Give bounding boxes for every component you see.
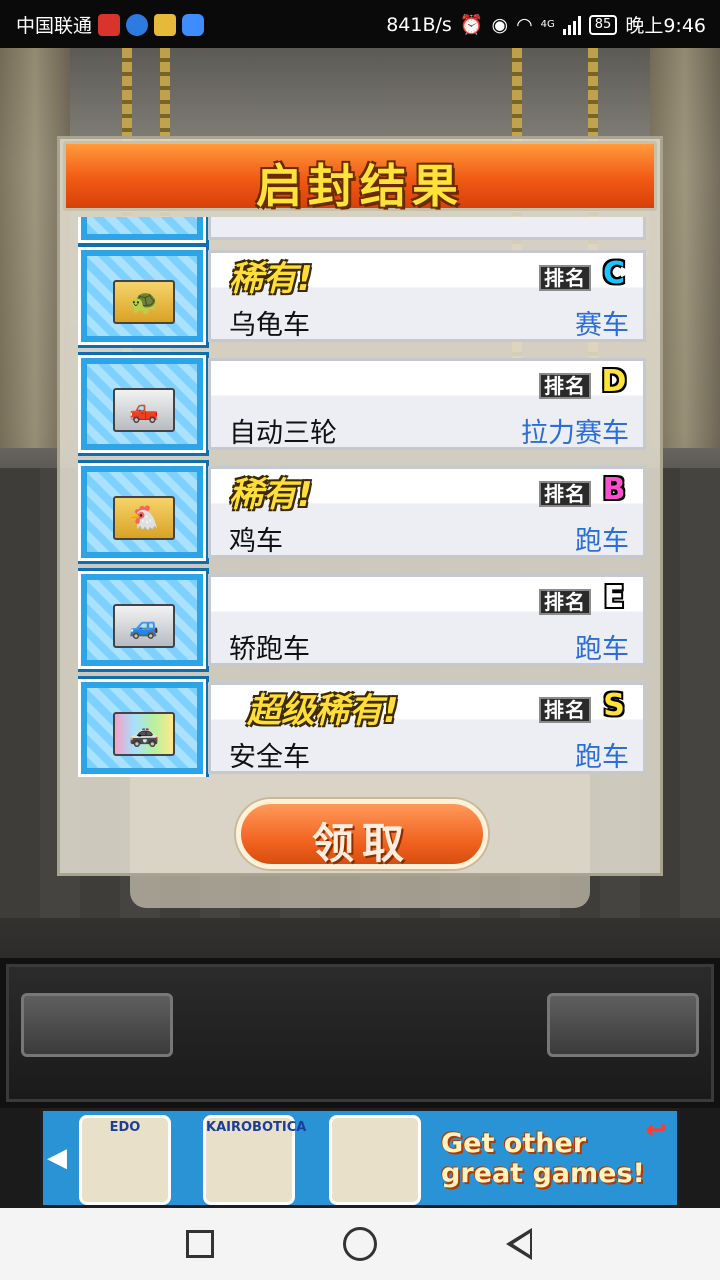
item-card: 稀有! 排名 B 鸡车 跑车 bbox=[208, 466, 646, 558]
item-thumbnail: 🐔 bbox=[78, 460, 209, 564]
result-list[interactable]: 🐢 稀有! 排名 C 乌龟车 赛车 🛻 排名 D 自动三轮 拉力赛车 🐔 稀有! bbox=[78, 217, 648, 777]
item-type: 赛车 bbox=[575, 310, 629, 341]
item-name: 乌龟车 bbox=[229, 310, 310, 341]
app-notification-icon bbox=[98, 13, 121, 36]
item-card: 排名 E 轿跑车 跑车 bbox=[208, 574, 646, 666]
result-row[interactable]: 🛻 排名 D 自动三轮 拉力赛车 bbox=[78, 352, 646, 456]
rank-label: 排名 bbox=[539, 265, 591, 291]
rank-badge: B bbox=[602, 472, 626, 507]
result-row[interactable]: 🚓 超级稀有! 排名 S 安全车 跑车 bbox=[78, 676, 646, 777]
right-menu-button[interactable] bbox=[547, 993, 699, 1057]
ad-tagline[interactable]: Get other great games! bbox=[441, 1129, 677, 1189]
dialog-header: 启封结果 bbox=[63, 141, 657, 213]
item-type: 跑车 bbox=[575, 526, 629, 557]
rank-badge: C bbox=[602, 256, 626, 291]
left-menu-button[interactable] bbox=[21, 993, 173, 1057]
headset-icon bbox=[126, 13, 149, 36]
baidu-icon bbox=[182, 13, 205, 36]
item-name: 自动三轮 bbox=[229, 418, 337, 449]
item-thumbnail: 🛻 bbox=[78, 352, 209, 456]
rank-label: 排名 bbox=[539, 589, 591, 615]
rank-badge: D bbox=[601, 364, 627, 399]
result-row[interactable]: 🐢 稀有! 排名 C 乌龟车 赛车 bbox=[78, 244, 646, 348]
coupe-icon: 🚙 bbox=[113, 604, 175, 648]
ad-game-title: EDO bbox=[109, 1120, 141, 1135]
network-type: 4G bbox=[540, 19, 555, 30]
back-button[interactable] bbox=[506, 1228, 532, 1260]
battery-icon: 85 bbox=[588, 14, 618, 35]
ad-prev-arrow-icon[interactable]: ◀ bbox=[47, 1143, 67, 1173]
rank-label: 排名 bbox=[539, 373, 591, 399]
alarm-icon: ⏰ bbox=[459, 14, 484, 36]
item-type: 跑车 bbox=[575, 634, 629, 665]
game-control-bar bbox=[0, 958, 720, 1108]
item-card bbox=[208, 217, 646, 240]
ad-game-title: KAIROBOTICA bbox=[206, 1120, 307, 1135]
home-button[interactable] bbox=[343, 1227, 377, 1261]
item-type: 拉力赛车 bbox=[521, 418, 629, 449]
status-bar: 中国联通 841B/s ⏰ ◉ ◠ 4G 85 晚上9:46 bbox=[0, 0, 720, 48]
eye-icon: ◉ bbox=[491, 13, 509, 36]
ad-game-kairobotica[interactable]: KAIROBOTICA bbox=[203, 1115, 307, 1205]
navigation-bar bbox=[0, 1208, 720, 1280]
result-row[interactable]: 🚙 排名 E 轿跑车 跑车 bbox=[78, 568, 646, 672]
chicken-car-icon: 🐔 bbox=[113, 496, 175, 540]
item-thumbnail: 🐢 bbox=[78, 244, 209, 348]
item-name: 安全车 bbox=[229, 742, 310, 773]
net-speed: 841B/s bbox=[386, 13, 452, 36]
item-thumbnail bbox=[78, 217, 209, 246]
turtle-car-icon: 🐢 bbox=[113, 280, 175, 324]
result-row[interactable]: 🐔 稀有! 排名 B 鸡车 跑车 bbox=[78, 460, 646, 564]
carrier-label: 中国联通 bbox=[16, 15, 93, 37]
item-name: 鸡车 bbox=[229, 526, 283, 557]
ad-tagline-line2: great games! bbox=[441, 1158, 645, 1189]
rank-label: 排名 bbox=[539, 481, 591, 507]
result-row-partial bbox=[78, 217, 646, 246]
ad-game-cafe[interactable] bbox=[329, 1115, 421, 1205]
item-thumbnail: 🚓 bbox=[78, 676, 209, 777]
star-app-icon bbox=[154, 13, 177, 36]
item-type: 跑车 bbox=[575, 742, 629, 773]
rank-label: 排名 bbox=[539, 697, 591, 723]
tricycle-icon: 🛻 bbox=[113, 388, 175, 432]
ad-tagline-line1: Get other bbox=[441, 1128, 587, 1159]
rank-badge: E bbox=[603, 580, 625, 615]
wifi-icon: ◠ bbox=[516, 13, 533, 36]
item-name: 轿跑车 bbox=[229, 634, 310, 665]
item-thumbnail: 🚙 bbox=[78, 568, 209, 672]
item-card: 稀有! 排名 C 乌龟车 赛车 bbox=[208, 250, 646, 342]
rarity-label: 稀有! bbox=[229, 259, 313, 299]
recent-apps-button[interactable] bbox=[186, 1230, 214, 1258]
claim-button-label: 领取 bbox=[311, 819, 412, 868]
status-time: 晚上9:46 bbox=[625, 15, 706, 37]
safety-car-icon: 🚓 bbox=[113, 712, 175, 756]
ad-banner[interactable]: ◀ EDO KAIROBOTICA ↩ Get other great game… bbox=[40, 1108, 680, 1208]
unbox-result-dialog: 启封结果 🐢 稀有! 排名 C 乌龟车 赛车 🛻 排名 D 自动三轮 拉力赛车 bbox=[57, 136, 663, 876]
rarity-label: 超级稀有! bbox=[247, 691, 399, 731]
ad-game-edo[interactable]: EDO bbox=[79, 1115, 171, 1205]
dialog-title: 启封结果 bbox=[256, 159, 464, 213]
claim-button[interactable]: 领取 bbox=[236, 799, 488, 869]
rarity-label: 稀有! bbox=[229, 475, 313, 515]
item-card: 超级稀有! 排名 S 安全车 跑车 bbox=[208, 682, 646, 774]
signal-icon bbox=[562, 15, 581, 35]
rank-badge: S bbox=[603, 688, 625, 723]
item-card: 排名 D 自动三轮 拉力赛车 bbox=[208, 358, 646, 450]
control-panel bbox=[6, 964, 714, 1102]
